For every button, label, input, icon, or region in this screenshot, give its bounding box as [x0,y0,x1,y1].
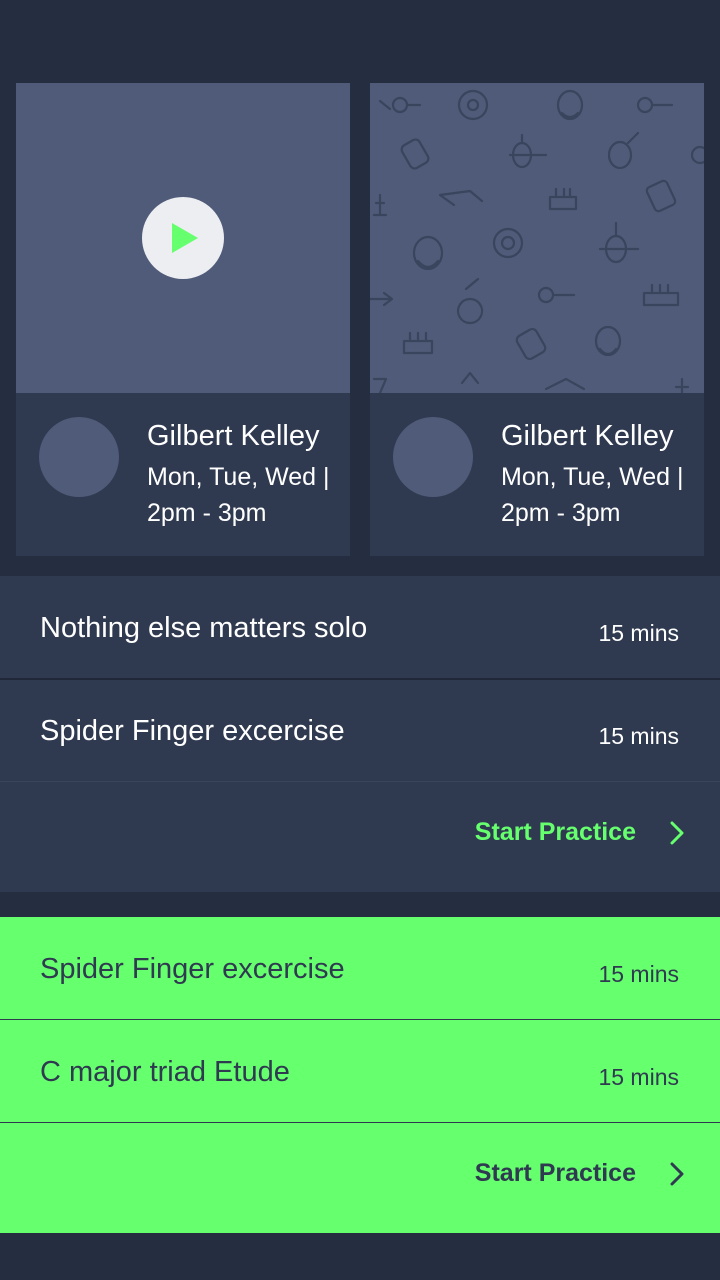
exercise-title: Spider Finger excercise [40,715,345,747]
exercise-duration: 15 mins [598,620,679,646]
teacher-card[interactable]: Gilbert Kelley Mon, Tue, Wed | 2pm - 3pm [370,83,704,556]
teacher-card[interactable]: Gilbert Kelley Mon, Tue, Wed | 2pm - 3pm [16,83,350,556]
avatar [39,417,119,497]
teacher-schedule: Mon, Tue, Wed | 2pm - 3pm [147,463,330,527]
instrument-pattern [370,83,704,393]
teacher-name: Gilbert Kelley [147,420,320,452]
instrument-pattern-icon [370,89,704,393]
teacher-schedule: Mon, Tue, Wed | 2pm - 3pm [501,463,684,527]
exercise-title: Nothing else matters solo [40,612,368,644]
practice-session: Spider Finger excercise 15 mins C major … [0,917,720,1233]
exercise-duration: 15 mins [598,1064,679,1090]
divider [0,781,720,782]
exercise-duration: 15 mins [598,961,679,987]
start-practice-button[interactable]: Start Practice [475,818,684,847]
list-item[interactable]: Spider Finger excercise 15 mins [0,679,720,781]
teacher-name: Gilbert Kelley [501,420,674,452]
start-practice-label: Start Practice [474,1159,636,1187]
practice-session: Nothing else matters solo 15 mins Spider… [0,576,720,892]
list-item[interactable]: Nothing else matters solo 15 mins [0,576,720,678]
list-item[interactable]: C major triad Etude 15 mins [0,1020,720,1122]
start-practice-button[interactable]: Start Practice [475,1159,684,1188]
exercise-title: Spider Finger excercise [40,953,345,985]
play-button[interactable] [142,197,224,279]
divider [0,1122,720,1123]
teacher-cards: Gilbert Kelley Mon, Tue, Wed | 2pm - 3pm [16,83,704,556]
exercise-duration: 15 mins [598,723,679,749]
exercise-title: C major triad Etude [40,1056,290,1088]
chevron-right-icon [670,821,684,844]
start-practice-label: Start Practice [474,818,636,846]
play-icon [172,223,198,253]
avatar [393,417,473,497]
chevron-right-icon [670,1162,684,1185]
video-thumbnail[interactable] [16,83,350,393]
list-item[interactable]: Spider Finger excercise 15 mins [0,917,720,1019]
